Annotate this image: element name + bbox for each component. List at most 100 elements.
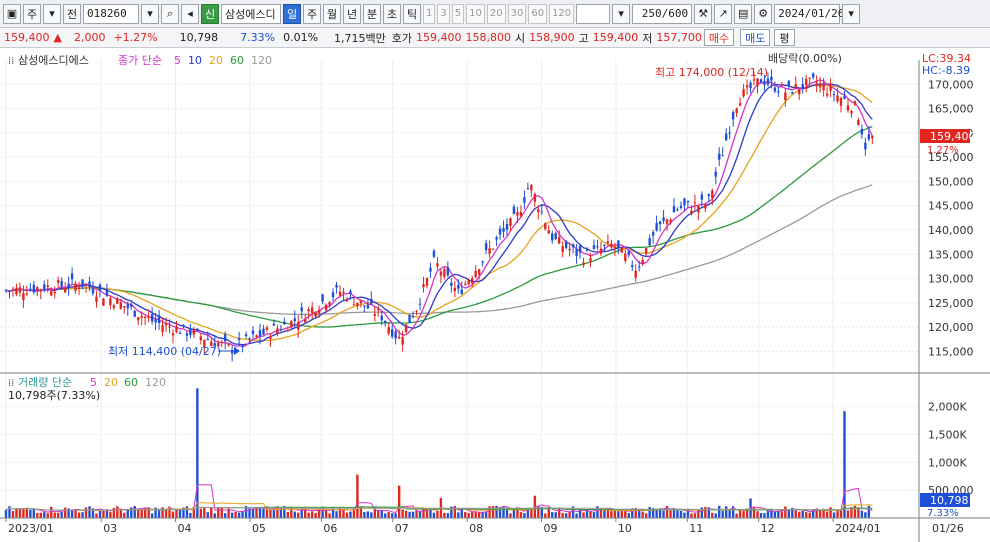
sell-button[interactable]: 매도 — [740, 29, 771, 46]
candle-body — [638, 266, 641, 268]
price-pct-tag: 1.27% — [927, 145, 959, 156]
candle-body — [18, 287, 22, 293]
candle-body — [377, 308, 380, 311]
tools-icon[interactable]: ⚒ — [694, 3, 713, 24]
candle-body — [766, 78, 770, 85]
candle-body — [276, 328, 279, 334]
period-year[interactable]: 년 — [343, 3, 361, 24]
volume-bar — [610, 511, 613, 518]
market-select[interactable]: 주 — [23, 3, 41, 24]
candle-body — [697, 205, 700, 213]
candle-body — [721, 155, 724, 157]
max-price-annotation: 최고 174,000 (12/14) — [655, 66, 768, 79]
evaluate-button[interactable]: 평 — [774, 29, 795, 46]
stock-name-field[interactable]: 삼성에스디 — [221, 3, 281, 24]
candle-body — [373, 313, 376, 316]
count-field[interactable]: 250/600 — [632, 3, 693, 24]
volume-bar — [624, 511, 627, 518]
buy-button[interactable]: 매수 — [703, 29, 735, 46]
search-icon[interactable]: ⌕ — [161, 3, 179, 24]
period-second[interactable]: 초 — [383, 3, 401, 24]
minute-option[interactable]: 20 — [486, 3, 506, 24]
candle-body — [832, 94, 836, 96]
candle-body — [77, 287, 81, 290]
date-field[interactable]: 2024/01/26 — [774, 3, 844, 24]
candle-body — [617, 240, 620, 248]
candle-body — [185, 333, 189, 336]
volume-bar — [644, 513, 648, 518]
volume-bar — [846, 510, 850, 518]
period-week[interactable]: 주 — [303, 3, 321, 24]
candle-body — [686, 200, 690, 203]
code-dropdown-icon[interactable]: ▾ — [141, 3, 159, 24]
min-price-annotation: 최저 114,400 (04/27) — [108, 345, 221, 358]
save-icon[interactable]: ▤ — [734, 3, 753, 24]
period-month[interactable]: 월 — [323, 3, 341, 24]
candle-body — [850, 110, 853, 114]
candle-body — [512, 206, 516, 214]
candle-body — [255, 335, 258, 338]
speaker-icon[interactable]: ◂ — [181, 3, 199, 24]
code-input[interactable]: 018260 — [83, 3, 139, 24]
candle-body — [29, 288, 32, 290]
custom-period-input[interactable] — [576, 3, 611, 24]
legend-vol-ma120: 120 — [145, 376, 166, 389]
volume-bar — [711, 512, 714, 518]
volume-bar — [342, 508, 345, 518]
custom-period-dropdown-icon[interactable]: ▾ — [612, 3, 631, 24]
minute-option[interactable]: 5 — [451, 3, 465, 24]
draw-line-icon[interactable]: ↗ — [714, 3, 733, 24]
candle-body — [551, 233, 554, 241]
period-minute[interactable]: 분 — [363, 3, 381, 24]
candle-body — [537, 209, 540, 213]
volume-bar — [140, 509, 143, 518]
candle-body — [314, 312, 317, 317]
volume-bar — [370, 512, 373, 518]
candle-body — [718, 153, 721, 160]
candle-body — [109, 298, 112, 306]
price-volume-chart[interactable]: 170,000165,000160,000155,000150,000145,0… — [0, 48, 990, 542]
candle-body — [589, 258, 592, 262]
price-tick-label: 125,000 — [928, 297, 974, 310]
minute-option[interactable]: 10 — [466, 3, 485, 24]
candle-body — [735, 108, 738, 113]
market-dropdown-icon[interactable]: ▾ — [43, 3, 61, 24]
candle-body — [495, 237, 498, 240]
candle-body — [728, 132, 731, 134]
candle-body — [557, 237, 561, 244]
volume-bar — [84, 507, 88, 518]
volume-bar — [150, 513, 154, 518]
volume-bar — [432, 512, 436, 518]
volume-bar — [206, 512, 209, 518]
minute-option[interactable]: 3 — [437, 3, 450, 24]
candle-body — [258, 330, 262, 337]
volume-bar — [116, 506, 119, 518]
volume-bar — [592, 512, 596, 518]
candle-body — [690, 210, 693, 215]
period-tick[interactable]: 틱 — [403, 3, 421, 24]
candle-body — [11, 288, 15, 291]
candle-body — [801, 84, 804, 89]
minute-option[interactable]: 60 — [528, 3, 548, 24]
volume-bar — [693, 513, 697, 518]
candle-body — [4, 289, 8, 291]
minute-option[interactable]: 1 — [423, 3, 436, 24]
candle-body — [175, 326, 178, 332]
minute-option[interactable]: 120 — [549, 3, 575, 24]
period-day[interactable]: 일 — [283, 3, 301, 24]
candle-body — [857, 120, 860, 125]
gear-icon[interactable]: ⚙ — [754, 3, 773, 24]
candle-body — [39, 289, 42, 292]
volume-bar — [805, 512, 808, 518]
candle-body — [484, 243, 488, 251]
candle-body — [182, 324, 185, 326]
candle-body — [519, 211, 523, 217]
volume-bar — [269, 509, 272, 518]
code-type-button[interactable]: 전 — [63, 3, 81, 24]
candle-body — [91, 288, 95, 294]
volume-bar — [234, 511, 237, 518]
layout-icon[interactable]: ▣ — [3, 3, 21, 24]
minute-option[interactable]: 30 — [507, 3, 527, 24]
price-tick-label: 145,000 — [928, 200, 974, 213]
date-dropdown-icon[interactable]: ▾ — [842, 3, 861, 24]
